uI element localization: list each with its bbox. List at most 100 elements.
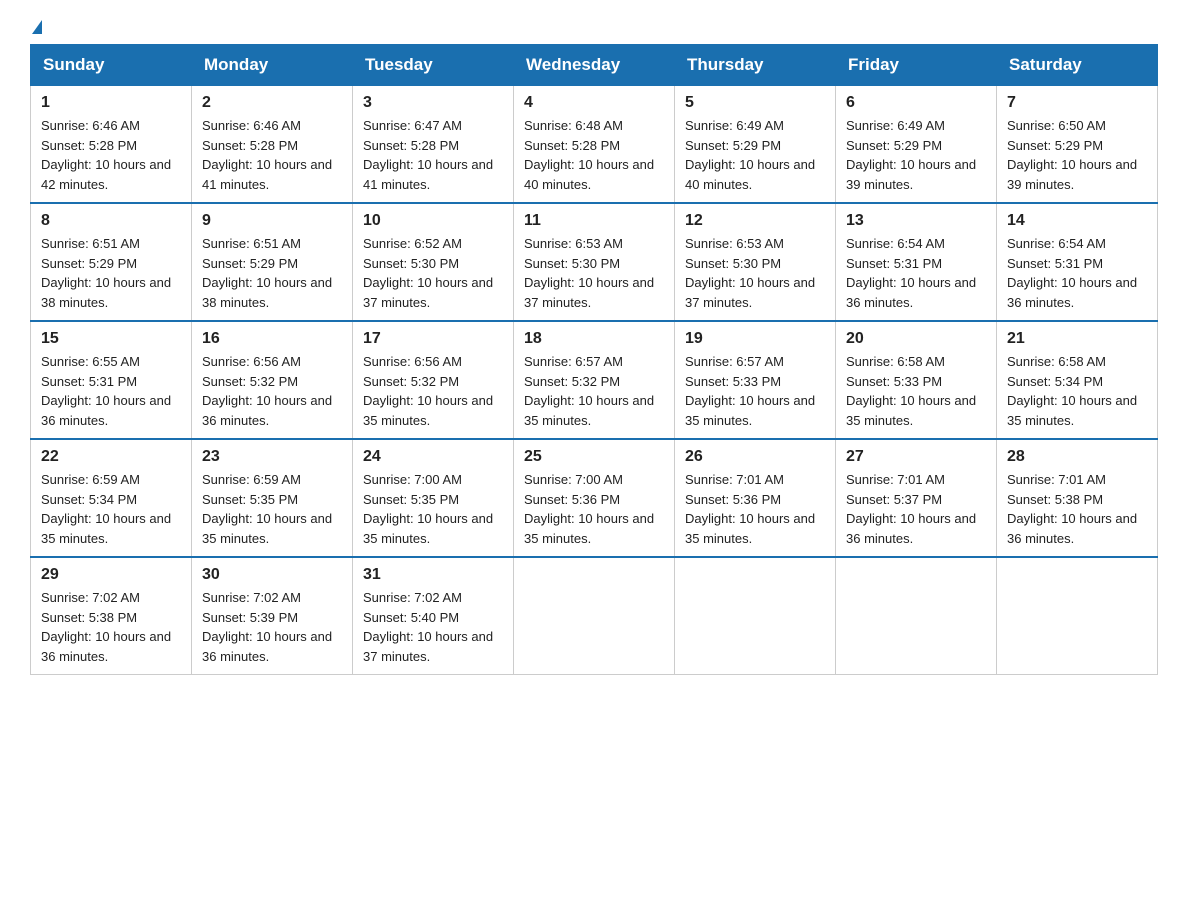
day-info: Sunrise: 6:51 AMSunset: 5:29 PMDaylight:…: [202, 236, 332, 310]
calendar-cell: 15 Sunrise: 6:55 AMSunset: 5:31 PMDaylig…: [31, 321, 192, 439]
day-info: Sunrise: 6:50 AMSunset: 5:29 PMDaylight:…: [1007, 118, 1137, 192]
day-info: Sunrise: 6:51 AMSunset: 5:29 PMDaylight:…: [41, 236, 171, 310]
day-info: Sunrise: 6:46 AMSunset: 5:28 PMDaylight:…: [41, 118, 171, 192]
calendar-cell: 14 Sunrise: 6:54 AMSunset: 5:31 PMDaylig…: [997, 203, 1158, 321]
day-info: Sunrise: 6:49 AMSunset: 5:29 PMDaylight:…: [685, 118, 815, 192]
calendar-cell: 20 Sunrise: 6:58 AMSunset: 5:33 PMDaylig…: [836, 321, 997, 439]
calendar-cell: 5 Sunrise: 6:49 AMSunset: 5:29 PMDayligh…: [675, 86, 836, 204]
day-info: Sunrise: 6:53 AMSunset: 5:30 PMDaylight:…: [685, 236, 815, 310]
calendar-cell: 7 Sunrise: 6:50 AMSunset: 5:29 PMDayligh…: [997, 86, 1158, 204]
calendar-cell: 21 Sunrise: 6:58 AMSunset: 5:34 PMDaylig…: [997, 321, 1158, 439]
day-info: Sunrise: 6:54 AMSunset: 5:31 PMDaylight:…: [846, 236, 976, 310]
calendar-week-row: 15 Sunrise: 6:55 AMSunset: 5:31 PMDaylig…: [31, 321, 1158, 439]
day-header-friday: Friday: [836, 45, 997, 86]
day-number: 19: [685, 330, 825, 348]
calendar-cell: 29 Sunrise: 7:02 AMSunset: 5:38 PMDaylig…: [31, 557, 192, 675]
calendar-cell: 22 Sunrise: 6:59 AMSunset: 5:34 PMDaylig…: [31, 439, 192, 557]
day-info: Sunrise: 6:59 AMSunset: 5:34 PMDaylight:…: [41, 472, 171, 546]
calendar-week-row: 22 Sunrise: 6:59 AMSunset: 5:34 PMDaylig…: [31, 439, 1158, 557]
calendar-cell: 11 Sunrise: 6:53 AMSunset: 5:30 PMDaylig…: [514, 203, 675, 321]
calendar-cell: 1 Sunrise: 6:46 AMSunset: 5:28 PMDayligh…: [31, 86, 192, 204]
calendar-cell: [997, 557, 1158, 675]
day-header-tuesday: Tuesday: [353, 45, 514, 86]
day-number: 3: [363, 94, 503, 112]
calendar-cell: 13 Sunrise: 6:54 AMSunset: 5:31 PMDaylig…: [836, 203, 997, 321]
calendar-cell: 23 Sunrise: 6:59 AMSunset: 5:35 PMDaylig…: [192, 439, 353, 557]
day-info: Sunrise: 6:58 AMSunset: 5:34 PMDaylight:…: [1007, 354, 1137, 428]
calendar-cell: 8 Sunrise: 6:51 AMSunset: 5:29 PMDayligh…: [31, 203, 192, 321]
calendar-week-row: 1 Sunrise: 6:46 AMSunset: 5:28 PMDayligh…: [31, 86, 1158, 204]
calendar-cell: 28 Sunrise: 7:01 AMSunset: 5:38 PMDaylig…: [997, 439, 1158, 557]
day-info: Sunrise: 6:48 AMSunset: 5:28 PMDaylight:…: [524, 118, 654, 192]
logo-triangle-icon: [32, 20, 42, 34]
day-info: Sunrise: 6:57 AMSunset: 5:33 PMDaylight:…: [685, 354, 815, 428]
day-number: 13: [846, 212, 986, 230]
calendar-cell: 4 Sunrise: 6:48 AMSunset: 5:28 PMDayligh…: [514, 86, 675, 204]
day-number: 30: [202, 566, 342, 584]
day-header-thursday: Thursday: [675, 45, 836, 86]
day-number: 8: [41, 212, 181, 230]
calendar-cell: 24 Sunrise: 7:00 AMSunset: 5:35 PMDaylig…: [353, 439, 514, 557]
day-number: 11: [524, 212, 664, 230]
calendar-cell: 9 Sunrise: 6:51 AMSunset: 5:29 PMDayligh…: [192, 203, 353, 321]
day-info: Sunrise: 7:01 AMSunset: 5:37 PMDaylight:…: [846, 472, 976, 546]
day-number: 31: [363, 566, 503, 584]
day-header-monday: Monday: [192, 45, 353, 86]
day-number: 24: [363, 448, 503, 466]
logo: [30, 20, 42, 34]
day-info: Sunrise: 6:52 AMSunset: 5:30 PMDaylight:…: [363, 236, 493, 310]
day-info: Sunrise: 6:46 AMSunset: 5:28 PMDaylight:…: [202, 118, 332, 192]
calendar-cell: 26 Sunrise: 7:01 AMSunset: 5:36 PMDaylig…: [675, 439, 836, 557]
day-info: Sunrise: 7:01 AMSunset: 5:38 PMDaylight:…: [1007, 472, 1137, 546]
day-info: Sunrise: 6:55 AMSunset: 5:31 PMDaylight:…: [41, 354, 171, 428]
day-number: 21: [1007, 330, 1147, 348]
day-number: 26: [685, 448, 825, 466]
day-number: 6: [846, 94, 986, 112]
day-header-wednesday: Wednesday: [514, 45, 675, 86]
day-number: 16: [202, 330, 342, 348]
calendar-cell: [675, 557, 836, 675]
day-number: 12: [685, 212, 825, 230]
day-info: Sunrise: 6:47 AMSunset: 5:28 PMDaylight:…: [363, 118, 493, 192]
day-number: 9: [202, 212, 342, 230]
calendar-cell: 25 Sunrise: 7:00 AMSunset: 5:36 PMDaylig…: [514, 439, 675, 557]
day-info: Sunrise: 7:02 AMSunset: 5:39 PMDaylight:…: [202, 590, 332, 664]
day-info: Sunrise: 7:02 AMSunset: 5:40 PMDaylight:…: [363, 590, 493, 664]
calendar-cell: 3 Sunrise: 6:47 AMSunset: 5:28 PMDayligh…: [353, 86, 514, 204]
day-info: Sunrise: 6:54 AMSunset: 5:31 PMDaylight:…: [1007, 236, 1137, 310]
day-number: 5: [685, 94, 825, 112]
calendar-cell: [836, 557, 997, 675]
calendar-week-row: 8 Sunrise: 6:51 AMSunset: 5:29 PMDayligh…: [31, 203, 1158, 321]
calendar-cell: 30 Sunrise: 7:02 AMSunset: 5:39 PMDaylig…: [192, 557, 353, 675]
day-header-saturday: Saturday: [997, 45, 1158, 86]
day-number: 10: [363, 212, 503, 230]
calendar-table: SundayMondayTuesdayWednesdayThursdayFrid…: [30, 44, 1158, 675]
page-header: [30, 20, 1158, 34]
day-info: Sunrise: 6:56 AMSunset: 5:32 PMDaylight:…: [363, 354, 493, 428]
day-header-sunday: Sunday: [31, 45, 192, 86]
day-info: Sunrise: 6:58 AMSunset: 5:33 PMDaylight:…: [846, 354, 976, 428]
calendar-cell: 17 Sunrise: 6:56 AMSunset: 5:32 PMDaylig…: [353, 321, 514, 439]
day-number: 7: [1007, 94, 1147, 112]
day-number: 23: [202, 448, 342, 466]
calendar-cell: 6 Sunrise: 6:49 AMSunset: 5:29 PMDayligh…: [836, 86, 997, 204]
day-number: 20: [846, 330, 986, 348]
day-number: 15: [41, 330, 181, 348]
calendar-cell: 18 Sunrise: 6:57 AMSunset: 5:32 PMDaylig…: [514, 321, 675, 439]
calendar-cell: 12 Sunrise: 6:53 AMSunset: 5:30 PMDaylig…: [675, 203, 836, 321]
day-number: 25: [524, 448, 664, 466]
day-number: 28: [1007, 448, 1147, 466]
day-info: Sunrise: 7:00 AMSunset: 5:35 PMDaylight:…: [363, 472, 493, 546]
calendar-cell: 10 Sunrise: 6:52 AMSunset: 5:30 PMDaylig…: [353, 203, 514, 321]
calendar-cell: 19 Sunrise: 6:57 AMSunset: 5:33 PMDaylig…: [675, 321, 836, 439]
day-info: Sunrise: 6:56 AMSunset: 5:32 PMDaylight:…: [202, 354, 332, 428]
calendar-header-row: SundayMondayTuesdayWednesdayThursdayFrid…: [31, 45, 1158, 86]
day-number: 27: [846, 448, 986, 466]
calendar-cell: 2 Sunrise: 6:46 AMSunset: 5:28 PMDayligh…: [192, 86, 353, 204]
day-info: Sunrise: 6:57 AMSunset: 5:32 PMDaylight:…: [524, 354, 654, 428]
day-number: 4: [524, 94, 664, 112]
calendar-cell: 31 Sunrise: 7:02 AMSunset: 5:40 PMDaylig…: [353, 557, 514, 675]
day-number: 29: [41, 566, 181, 584]
day-number: 22: [41, 448, 181, 466]
day-number: 14: [1007, 212, 1147, 230]
